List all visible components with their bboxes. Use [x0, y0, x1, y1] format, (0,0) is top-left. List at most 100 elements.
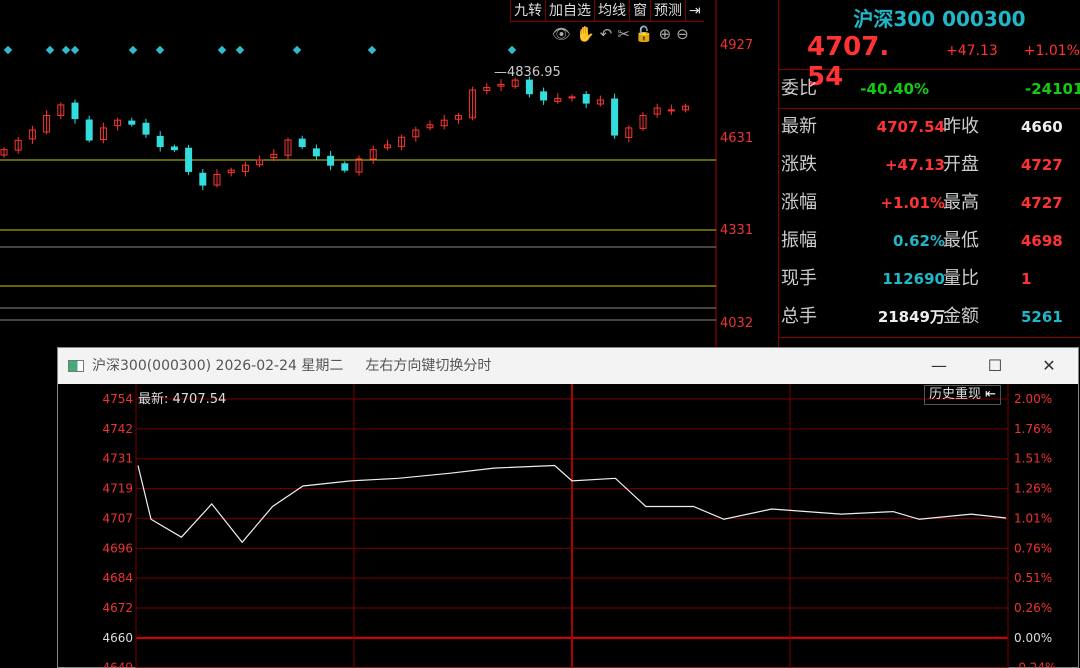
eye-icon[interactable]: 👁: [552, 25, 571, 43]
stat-value-2: 4660: [1021, 118, 1063, 136]
stat-row: 总手 21849万 金额 5261: [781, 298, 1080, 336]
candle-body: [142, 122, 150, 135]
candle-body: [298, 138, 306, 148]
pct-tick: -0.24%: [1014, 661, 1056, 668]
y-tick: 4731: [102, 452, 133, 466]
signal-marker: [367, 45, 377, 55]
y-tick: 4684: [102, 571, 133, 585]
candle-body: [582, 94, 590, 104]
candle-body: [185, 147, 193, 172]
latest-label: 最新: 4707.54: [138, 392, 227, 407]
stat-label-2: 量比: [943, 268, 979, 289]
stat-row: 委比 -40.40% -241017: [781, 70, 1080, 108]
stat-row: 振幅 0.62% 最低 4698: [781, 222, 1080, 260]
stat-value: 4707.54: [876, 118, 945, 136]
y-tick: 4672: [102, 601, 133, 615]
pct-tick: 1.01%: [1014, 511, 1052, 525]
stat-row: 最新 4707.54 昨收 4660: [781, 108, 1080, 146]
change-pct: +1.01%: [1023, 43, 1080, 59]
peak-label: —4836.95: [494, 65, 561, 80]
undo-icon[interactable]: ↶: [600, 25, 613, 43]
stat-row: 现手 112690 量比 1: [781, 260, 1080, 298]
stat-label: 现手: [781, 268, 817, 289]
stat-label: 涨跌: [781, 154, 817, 175]
stat-label-2: 昨收: [943, 116, 979, 137]
y-tick: 4707: [102, 511, 133, 525]
candle-body: [341, 163, 349, 171]
candle-body: [611, 98, 619, 136]
stat-value-2: -241017: [1025, 80, 1080, 98]
stat-label-2: 开盘: [943, 154, 979, 175]
forecast-button[interactable]: 预测: [650, 0, 685, 21]
stat-label-2: 金额: [943, 306, 979, 327]
intraday-chart[interactable]: 4754 2.00% 4742 1.76% 4731 1.51% 4719 1.26% 4707…: [58, 384, 1078, 668]
window-button[interactable]: 窗: [629, 0, 650, 21]
signal-marker: [3, 45, 13, 55]
stat-row: 涨跌 +47.13 开盘 4727: [781, 146, 1080, 184]
moving-average-button[interactable]: 均线: [594, 0, 629, 21]
signal-marker: [235, 45, 245, 55]
jiuzhuan-button[interactable]: 九转: [510, 0, 545, 21]
chart-toolbar: 九转 加自选 均线 窗 预测 ⇥: [510, 0, 704, 22]
window-titlebar[interactable]: 沪深300(000300) 2026-02-24 星期二 左右方向键切换分时 —…: [58, 348, 1078, 384]
change: +47.13: [945, 43, 998, 59]
y-tick: 4696: [102, 541, 133, 555]
stat-label: 振幅: [781, 230, 817, 251]
pct-tick: 1.26%: [1014, 482, 1052, 496]
stat-value-2: 4727: [1021, 194, 1063, 212]
candle-body: [667, 109, 675, 112]
candle-body: [525, 79, 533, 95]
pct-tick: 1.51%: [1014, 452, 1052, 466]
close-button[interactable]: ✕: [1024, 348, 1074, 384]
stat-label: 最新: [781, 116, 817, 137]
daily-kline-chart[interactable]: [0, 0, 778, 347]
axis-label: 4331: [720, 223, 754, 238]
add-watchlist-button[interactable]: 加自选: [545, 0, 594, 21]
pct-tick: 0.51%: [1014, 571, 1052, 585]
candle-body: [199, 172, 207, 186]
stat-value-2: 4698: [1021, 232, 1063, 250]
signal-marker: [45, 45, 55, 55]
collapse-icon[interactable]: ⇥: [685, 0, 704, 21]
axis-label: 4927: [720, 38, 754, 53]
stat-label: 涨幅: [781, 192, 817, 213]
y-tick: 4649: [102, 661, 133, 668]
signal-marker: [292, 45, 302, 55]
stat-value-2: 1: [1021, 270, 1032, 288]
candle-body: [156, 135, 164, 148]
chart-tools: 👁 ✋ ↶ ✂ 🔓 ⊕ ⊖: [552, 25, 689, 43]
candle-body: [312, 148, 320, 157]
signal-marker: [61, 45, 71, 55]
hand-icon[interactable]: ✋: [576, 25, 595, 43]
axis-label: 4032: [720, 316, 754, 331]
window-title: 沪深300(000300) 2026-02-24 星期二: [92, 358, 344, 374]
zoom-in-icon[interactable]: ⊕: [659, 25, 672, 43]
stat-label-2: 最高: [943, 192, 979, 213]
pct-tick: 0.00%: [1014, 631, 1052, 645]
y-tick: 4660: [102, 631, 133, 645]
signal-marker: [507, 45, 517, 55]
stat-value: +1.01%: [880, 194, 945, 212]
history-replay-button[interactable]: 历史重现 ⇤: [924, 385, 1002, 405]
stat-value-2: 5261: [1021, 308, 1063, 326]
candle-body: [327, 155, 335, 166]
security-title: 沪深300 000300: [853, 7, 1026, 31]
window-hint: 左右方向键切换分时: [365, 358, 492, 374]
maximize-button[interactable]: ☐: [970, 348, 1020, 384]
intraday-window[interactable]: 沪深300(000300) 2026-02-24 星期二 左右方向键切换分时 —…: [57, 347, 1079, 668]
scissors-icon[interactable]: ✂: [617, 25, 630, 43]
zoom-out-icon[interactable]: ⊖: [676, 25, 689, 43]
stat-label: 委比: [781, 78, 817, 99]
stat-value: 21849万: [877, 308, 945, 326]
minimize-button[interactable]: —: [914, 348, 964, 384]
y-tick: 4719: [102, 482, 133, 496]
stat-value: -40.40%: [860, 80, 929, 98]
stat-value-2: 4727: [1021, 156, 1063, 174]
axis-label: 4631: [720, 131, 754, 146]
pct-tick: 0.26%: [1014, 601, 1052, 615]
app-icon: [68, 360, 84, 372]
lock-icon[interactable]: 🔓: [635, 25, 654, 43]
candle-body: [85, 119, 93, 141]
stat-value: 112690: [882, 270, 945, 288]
signal-marker: [128, 45, 138, 55]
